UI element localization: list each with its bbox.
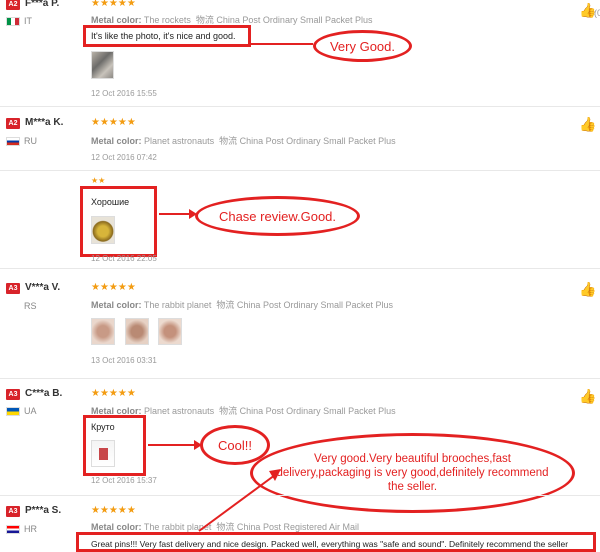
- review-photo[interactable]: [158, 318, 182, 345]
- buyer-level-badge: A3: [6, 389, 20, 400]
- annotation-arrow: [148, 440, 202, 450]
- reviewer-name: M***a K.: [25, 117, 64, 128]
- flag-icon-ru: [6, 137, 20, 146]
- review-meta: Metal color: Planet astronauts 物流 China …: [91, 136, 396, 146]
- annotation-box: [83, 415, 146, 476]
- review-divider: [0, 170, 600, 171]
- rating-stars: ★★★★★: [91, 388, 136, 399]
- annotation-chase: Chase review.Good.: [195, 196, 360, 236]
- annotation-summary: Very good.Very beautiful brooches,fast d…: [250, 433, 575, 513]
- buyer-level-badge: A2: [6, 118, 20, 129]
- buyer-level-badge: A3: [6, 283, 20, 294]
- rating-stars: ★★★★★: [91, 117, 136, 128]
- annotation-box: [83, 25, 251, 47]
- like-count: (0: [594, 8, 600, 18]
- review-date: 12 Oct 2016 22:05: [91, 254, 157, 263]
- review-date: 12 Oct 2016 07:42: [91, 153, 157, 162]
- like-icon[interactable]: 👍: [579, 116, 596, 133]
- followup-stars-icon: ★★: [91, 176, 106, 185]
- flag-icon-ua: [6, 407, 20, 416]
- annotation-box: [76, 532, 596, 552]
- reviewer-name: P***a S.: [25, 505, 62, 516]
- review-photo[interactable]: [125, 318, 149, 345]
- review-divider: [0, 495, 600, 496]
- review-date: 12 Oct 2016 15:37: [91, 476, 157, 485]
- buyer-level-badge: A2: [6, 0, 20, 10]
- like-icon[interactable]: 👍: [579, 281, 596, 298]
- review-photo[interactable]: [91, 51, 114, 79]
- annotation-arrow: [198, 469, 281, 532]
- reviewer-country: RS: [24, 301, 37, 311]
- reviewer-name: F***a P.: [25, 0, 60, 9]
- review-divider: [0, 106, 600, 107]
- review-divider: [0, 268, 600, 269]
- reviewer-country: RU: [24, 136, 37, 146]
- review-date: 12 Oct 2016 15:55: [91, 89, 157, 98]
- reviewer-country: UA: [24, 406, 37, 416]
- rating-stars: ★★★★★: [91, 282, 136, 293]
- review-date: 13 Oct 2016 03:31: [91, 356, 157, 365]
- annotation-very-good: Very Good.: [313, 30, 412, 62]
- reviewer-name: C***a B.: [25, 388, 63, 399]
- reviewer-name: V***a V.: [25, 282, 61, 293]
- flag-icon-it: [6, 17, 20, 26]
- flag-icon-hr: [6, 525, 20, 534]
- rating-stars: ★★★★★: [91, 505, 136, 516]
- like-icon[interactable]: 👍: [579, 388, 596, 405]
- rating-stars: ★★★★★: [91, 0, 136, 9]
- reviewer-country: HR: [24, 524, 37, 534]
- review-divider: [0, 378, 600, 379]
- annotation-arrow: [251, 43, 313, 45]
- annotation-arrow: [159, 209, 197, 219]
- review-photo[interactable]: [91, 318, 115, 345]
- reviewer-country: IT: [24, 16, 32, 26]
- review-meta: Metal color: The rabbit planet 物流 China …: [91, 300, 393, 310]
- buyer-level-badge: A3: [6, 506, 20, 517]
- annotation-box: [80, 186, 157, 257]
